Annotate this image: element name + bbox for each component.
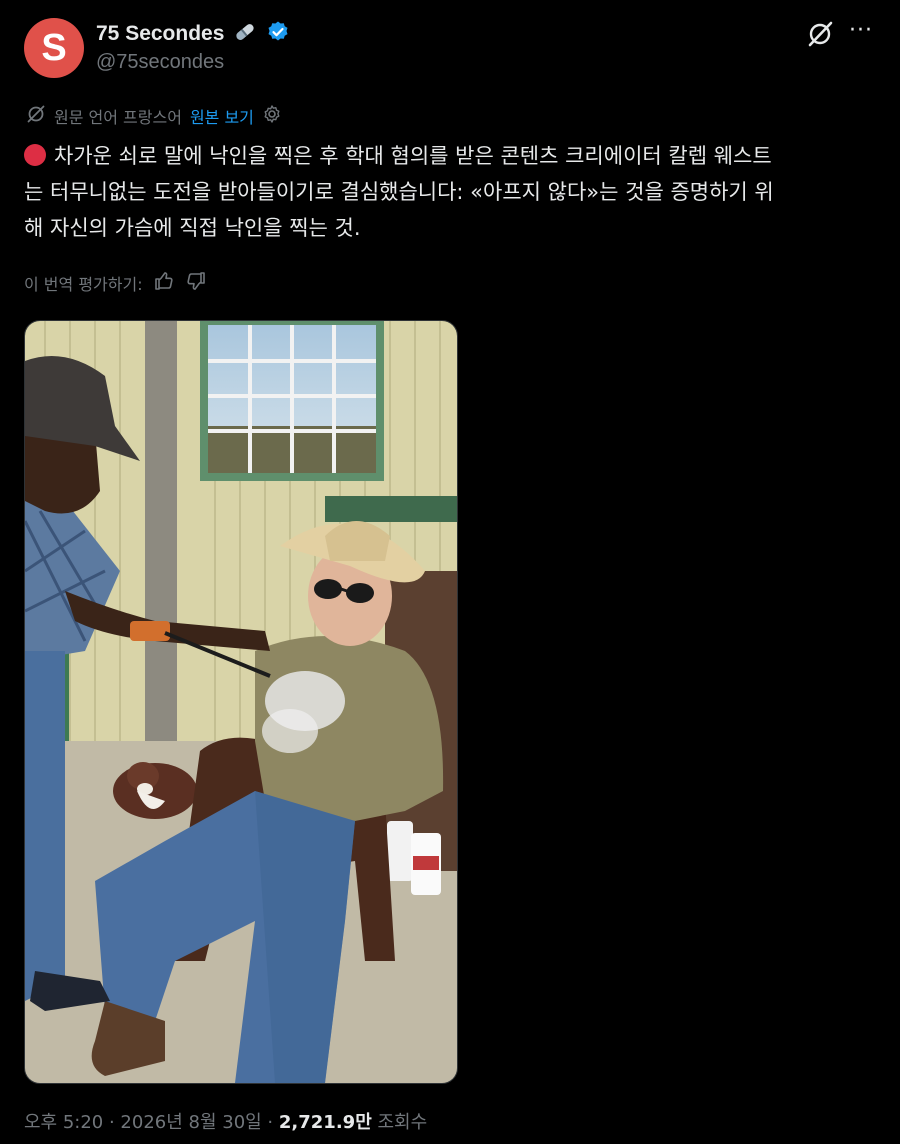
red-circle-emoji-icon: [24, 144, 46, 166]
views-label: 조회수: [371, 1112, 428, 1133]
more-icon[interactable]: ···: [849, 18, 873, 43]
post-text-line: 는 터무니없는 도전을 받아들이기로 결심했습니다: «아프지 않다»는 것을 …: [24, 180, 774, 204]
thumbs-up-icon[interactable]: [153, 270, 175, 296]
author-name-row: 75 Secondes: [96, 20, 290, 48]
avatar-letter: S: [41, 26, 67, 69]
show-original-link[interactable]: 원본 보기: [190, 104, 254, 128]
rate-translation-label: 이 번역 평가하기:: [24, 275, 143, 294]
gear-icon[interactable]: [262, 104, 282, 128]
post-meta: 오후 5:20 · 2026년 8월 30일 · 2,721.9만 조회수: [24, 1108, 427, 1134]
source-language-label: 원문 언어 프랑스어: [54, 108, 182, 127]
post-text-line: 해 자신의 가슴에 직접 낙인을 찍는 것.: [24, 216, 361, 240]
grok-icon[interactable]: [806, 20, 834, 48]
author-name[interactable]: 75 Secondes: [96, 22, 224, 46]
translation-row: 원문 언어 프랑스어 원본 보기: [26, 104, 282, 128]
post-text: 차가운 쇠로 말에 낙인을 찍은 후 학대 혐의를 받은 콘텐츠 크리에이터 칼…: [24, 138, 874, 246]
verified-badge-icon: [266, 20, 290, 48]
post-time-date[interactable]: 오후 5:20 · 2026년 8월 30일 ·: [24, 1112, 279, 1133]
video-frame-image: [25, 321, 457, 1083]
author-handle[interactable]: @75secondes: [96, 51, 224, 74]
translate-icon: [26, 104, 46, 128]
avatar[interactable]: S: [24, 18, 84, 78]
rate-translation-row: 이 번역 평가하기:: [24, 270, 207, 296]
post-text-line: 차가운 쇠로 말에 낙인을 찍은 후 학대 혐의를 받은 콘텐츠 크리에이터 칼…: [24, 138, 874, 174]
pill-emoji-icon: [232, 21, 258, 47]
views-count: 2,721.9만: [278, 1112, 372, 1133]
post-video[interactable]: [24, 320, 458, 1084]
thumbs-down-icon[interactable]: [185, 270, 207, 296]
